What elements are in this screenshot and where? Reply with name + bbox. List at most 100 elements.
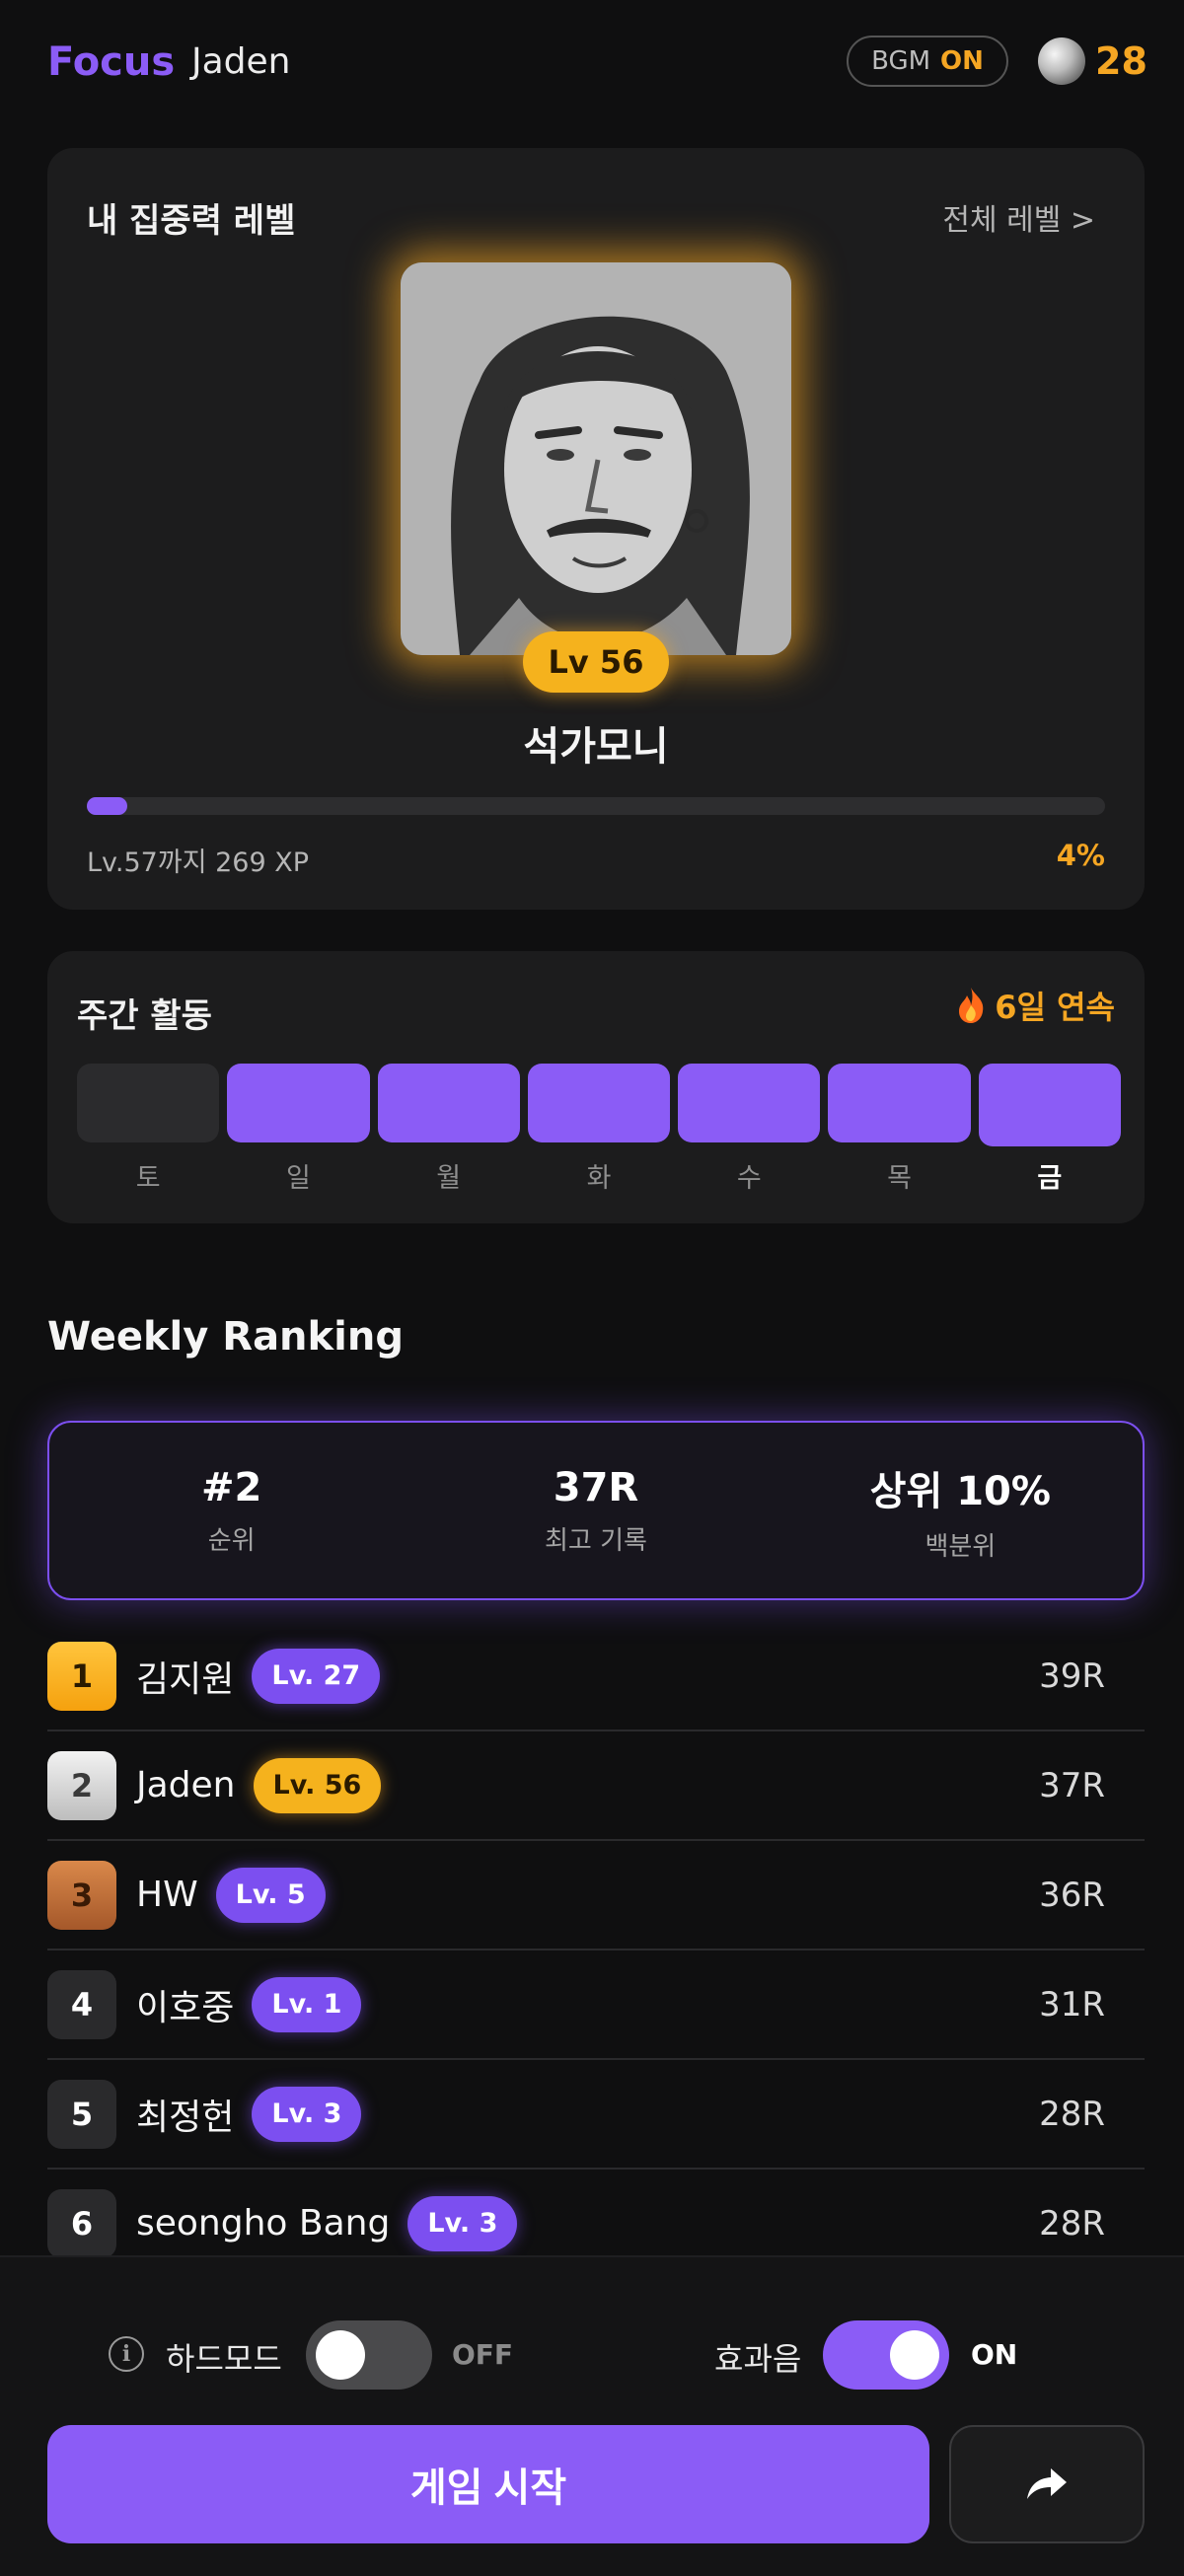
xp-percent: 4% bbox=[1056, 839, 1105, 872]
player-name: 최정헌 bbox=[136, 2097, 235, 2138]
brand-logo: Focus bbox=[47, 39, 176, 85]
xp-remaining-text: Lv.57까지 269 XP bbox=[87, 847, 310, 878]
player-score: 39R bbox=[1039, 1656, 1105, 1696]
ranking-row[interactable]: 3 HW Lv. 5 36R bbox=[47, 1841, 1145, 1950]
weekday-label: 화 bbox=[586, 1163, 612, 1194]
player-score: 37R bbox=[1039, 1765, 1105, 1805]
weekday-activity-box bbox=[377, 1064, 520, 1142]
ranking-row[interactable]: 1 김지원 Lv. 27 39R bbox=[47, 1622, 1145, 1731]
start-game-button[interactable]: 게임 시작 bbox=[47, 2425, 929, 2543]
rank-number-badge: 3 bbox=[47, 1860, 116, 1930]
player-score: 28R bbox=[1039, 2094, 1105, 2134]
bottom-action-bar: i 하드모드 OFF 효과음 ON 게임 시작 bbox=[0, 2255, 1184, 2576]
toggle-knob bbox=[316, 2330, 365, 2380]
weekday-item: 금 bbox=[978, 1064, 1121, 1195]
fire-icon bbox=[959, 988, 984, 1023]
rank-number-badge: 4 bbox=[47, 1969, 116, 2039]
weekday-label: 금 bbox=[1037, 1163, 1063, 1194]
player-name: 이호중 bbox=[136, 1987, 235, 2028]
username: Jaden bbox=[191, 41, 291, 82]
level-card-title: 내 집중력 레벨 bbox=[87, 201, 296, 241]
player-level-badge: Lv. 3 bbox=[407, 2195, 518, 2251]
player-level-badge: Lv. 27 bbox=[252, 1648, 381, 1704]
player-score: 36R bbox=[1039, 1875, 1105, 1915]
xp-progress-bar bbox=[87, 797, 1105, 815]
weekday-activity-box bbox=[77, 1064, 220, 1142]
weekday-activity-box bbox=[828, 1064, 971, 1142]
bgm-state: ON bbox=[940, 46, 984, 76]
weekday-item: 화 bbox=[527, 1064, 671, 1195]
coin-count: 28 bbox=[1095, 39, 1147, 83]
weekday-label: 월 bbox=[436, 1163, 462, 1194]
stat-label: 순위 bbox=[207, 1525, 256, 1556]
streak-indicator: 6일 연속 bbox=[953, 983, 1115, 1028]
stat-label: 백분위 bbox=[925, 1531, 997, 1562]
player-name: Jaden bbox=[136, 1765, 236, 1805]
my-rank-stat: 상위 10% 백분위 bbox=[778, 1423, 1143, 1598]
weekly-activity-card: 주간 활동 6일 연속 토 일 월 화 수 목 금 bbox=[47, 951, 1145, 1223]
player-name: HW bbox=[136, 1875, 198, 1915]
info-icon[interactable]: i bbox=[109, 2336, 144, 2372]
hard-mode-label: 하드모드 bbox=[166, 2340, 282, 2378]
stat-label: 최고 기록 bbox=[545, 1525, 647, 1556]
my-rank-stat: 37R 최고 기록 bbox=[413, 1423, 777, 1598]
toggle-knob bbox=[890, 2330, 939, 2380]
stat-value: 상위 10% bbox=[869, 1468, 1051, 1514]
activity-title: 주간 활동 bbox=[77, 996, 212, 1036]
level-badge: Lv 56 bbox=[523, 631, 669, 693]
rank-number-badge: 5 bbox=[47, 2079, 116, 2149]
hard-mode-state: OFF bbox=[452, 2338, 514, 2371]
player-level-badge: Lv. 3 bbox=[252, 2086, 362, 2142]
rank-number-badge: 6 bbox=[47, 2188, 116, 2258]
weekday-activity-box bbox=[227, 1064, 370, 1142]
weekday-item: 목 bbox=[828, 1064, 971, 1195]
ranking-title: Weekly Ranking bbox=[47, 1314, 404, 1360]
player-name: 김지원 bbox=[136, 1658, 235, 1700]
ranking-list: 1 김지원 Lv. 27 39R 2 Jaden Lv. 56 37R 3 HW Lv. 5 36R 4… bbox=[47, 1622, 1145, 2279]
weekday-item: 수 bbox=[678, 1064, 821, 1195]
player-name: seongho Bang bbox=[136, 2203, 391, 2244]
rank-number-badge: 1 bbox=[47, 1641, 116, 1711]
ranking-row[interactable]: 5 최정헌 Lv. 3 28R bbox=[47, 2060, 1145, 2170]
my-rank-stat: #2 순위 bbox=[49, 1423, 413, 1598]
weekday-activity-box bbox=[527, 1064, 671, 1142]
level-portrait-image bbox=[401, 262, 791, 655]
xp-progress-fill bbox=[87, 797, 128, 815]
ranking-row[interactable]: 4 이호중 Lv. 1 31R bbox=[47, 1950, 1145, 2060]
rank-number-badge: 2 bbox=[47, 1750, 116, 1820]
weekday-item: 월 bbox=[377, 1064, 520, 1195]
weekday-activity-box bbox=[678, 1064, 821, 1142]
app-header: Focus Jaden BGM ON 28 bbox=[0, 0, 1184, 128]
share-icon bbox=[1027, 2468, 1067, 2499]
weekday-label: 목 bbox=[887, 1163, 912, 1194]
player-level-badge: Lv. 56 bbox=[253, 1757, 382, 1813]
weekday-activity-box bbox=[978, 1064, 1121, 1146]
all-levels-link[interactable]: 전체 레벨 > bbox=[942, 195, 1095, 239]
player-score: 31R bbox=[1039, 1984, 1105, 2024]
weekday-item: 일 bbox=[227, 1064, 370, 1195]
sound-effects-label: 효과음 bbox=[714, 2340, 802, 2378]
sound-effects-state: ON bbox=[971, 2338, 1018, 2371]
player-level-badge: Lv. 5 bbox=[215, 1867, 326, 1923]
weekday-label: 수 bbox=[736, 1163, 762, 1194]
streak-text: 6일 연속 bbox=[995, 989, 1115, 1026]
hard-mode-toggle[interactable] bbox=[306, 2320, 432, 2390]
weekday-item: 토 bbox=[77, 1064, 220, 1195]
player-level-badge: Lv. 1 bbox=[252, 1976, 362, 2032]
player-score: 28R bbox=[1039, 2203, 1105, 2244]
sound-effects-toggle[interactable] bbox=[823, 2320, 949, 2390]
share-button[interactable] bbox=[949, 2425, 1145, 2543]
ranking-row[interactable]: 2 Jaden Lv. 56 37R bbox=[47, 1731, 1145, 1841]
coin-icon bbox=[1038, 37, 1085, 85]
bgm-toggle-button[interactable]: BGM ON bbox=[847, 36, 1008, 87]
level-card: 내 집중력 레벨 전체 레벨 > Lv 56 석가모니 Lv.57까지 269 … bbox=[47, 148, 1145, 910]
weekday-label: 일 bbox=[286, 1163, 311, 1194]
weekday-grid: 토일월화수목금 bbox=[77, 1064, 1121, 1195]
stat-value: 37R bbox=[553, 1464, 639, 1510]
settings-toggle-row: i 하드모드 OFF 효과음 ON bbox=[0, 2317, 1184, 2390]
level-name: 석가모니 bbox=[523, 724, 669, 770]
weekday-label: 토 bbox=[135, 1163, 161, 1194]
bgm-label: BGM bbox=[871, 46, 931, 76]
my-rank-summary: #2 순위 37R 최고 기록 상위 10% 백분위 bbox=[47, 1421, 1145, 1600]
stat-value: #2 bbox=[200, 1464, 262, 1510]
